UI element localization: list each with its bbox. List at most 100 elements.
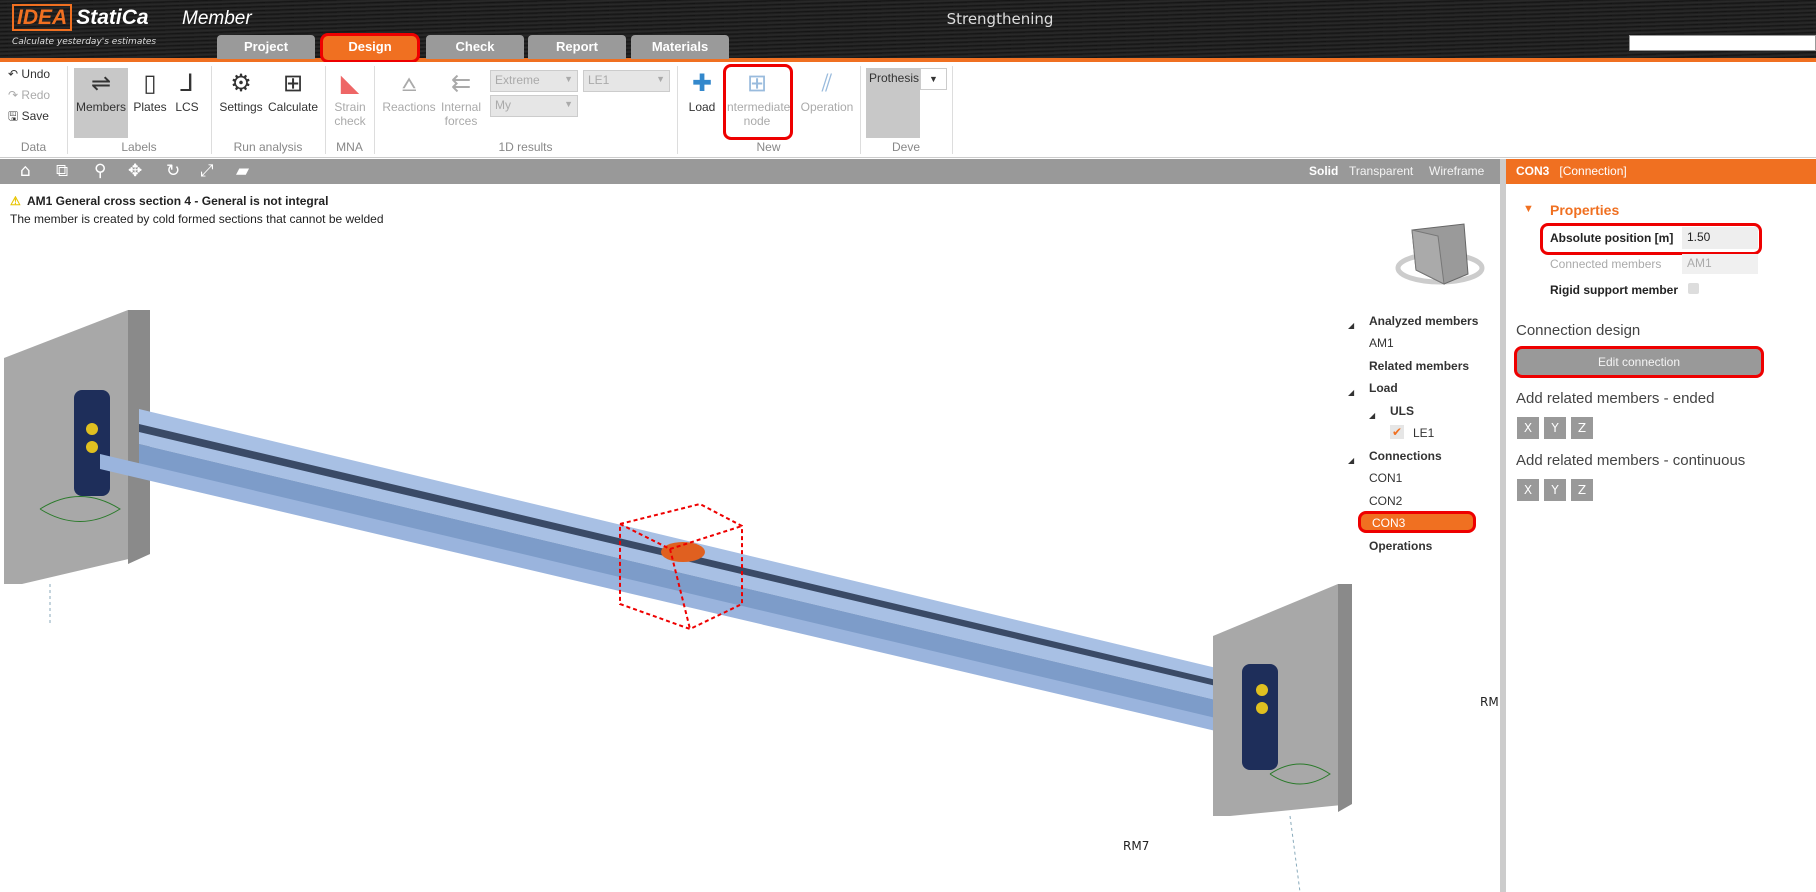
strain-chart-icon: ◣ — [340, 70, 360, 97]
tree-item-am1[interactable]: AM1 — [1369, 336, 1394, 350]
prothesis-selector[interactable]: Prothesis — [866, 68, 920, 138]
tree-analyzed-members[interactable]: Analyzed members — [1369, 314, 1478, 328]
le1-checkbox[interactable]: ✔ — [1390, 425, 1404, 439]
view-mode-wireframe[interactable]: Wireframe — [1429, 159, 1484, 184]
collapse-properties-icon[interactable]: ▼ — [1523, 203, 1534, 215]
view-mode-transparent[interactable]: Transparent — [1349, 159, 1413, 184]
calculate-button[interactable]: ⊞ Calculate — [266, 68, 320, 114]
add-node-icon: ⊞ — [746, 70, 768, 97]
chevron-down-icon: ▼ — [656, 74, 665, 84]
save-icon: 🖫 — [8, 109, 19, 123]
axes-icon: ⅃ — [180, 70, 194, 97]
tree-load[interactable]: Load — [1369, 381, 1398, 395]
absolute-position-label: Absolute position [m] — [1550, 231, 1674, 245]
collapse-icon[interactable]: ◢ — [1348, 388, 1354, 397]
collapse-icon[interactable]: ◢ — [1348, 456, 1354, 465]
tab-materials[interactable]: Materials — [631, 35, 729, 59]
tree-item-con3[interactable]: CON3 — [1358, 511, 1476, 533]
right-end-plate — [1213, 584, 1352, 816]
settings-button[interactable]: ⚙ Settings — [218, 68, 264, 114]
tree-item-con1[interactable]: CON1 — [1369, 471, 1402, 485]
view-cube[interactable] — [1395, 223, 1485, 285]
ribbon: ↶ Undo ↷ Redo 🖫 Save Data ⇌ Members ▯ Plat… — [0, 62, 1816, 158]
tab-check[interactable]: Check — [426, 35, 524, 59]
component-dropdown[interactable]: My ▼ — [490, 95, 578, 117]
zoom-window-icon[interactable]: ⧉ — [56, 159, 68, 184]
tab-project[interactable]: Project — [217, 35, 315, 59]
plates-icon: ▯ — [143, 70, 157, 97]
ended-z-button[interactable]: Z — [1571, 417, 1593, 439]
prothesis-dropdown-button[interactable]: ▼ — [920, 68, 947, 90]
left-end-plate — [4, 310, 150, 584]
continuous-heading: Add related members - continuous — [1516, 452, 1746, 469]
redo-icon: ↷ — [8, 88, 19, 102]
ended-x-button[interactable]: X — [1517, 417, 1539, 439]
reactions-button[interactable]: ⩟ Reactions — [382, 68, 436, 114]
product-name: Member — [182, 8, 252, 29]
collapse-icon[interactable]: ◢ — [1369, 411, 1375, 420]
pan-icon[interactable]: ✥ — [128, 159, 142, 184]
label-rm1: RM1 — [1480, 695, 1500, 709]
solid-view-icon[interactable]: ▰ — [236, 159, 249, 184]
add-operation-icon: ⫽ — [821, 70, 833, 97]
gear-icon: ⚙ — [230, 70, 252, 97]
connection-design-heading: Connection design — [1516, 322, 1641, 339]
3d-scene — [4, 223, 1485, 892]
zoom-extents-icon[interactable]: ⤢ — [200, 159, 214, 184]
load-button[interactable]: ✚ Load — [684, 68, 720, 114]
group-label-new: New — [756, 140, 781, 154]
panel-header: CON3 [Connection] — [1506, 159, 1816, 184]
tree-related-members[interactable]: Related members — [1369, 359, 1469, 373]
lcs-button[interactable]: ⅃ LCS — [172, 68, 202, 114]
absolute-position-input[interactable]: 1.50 — [1682, 227, 1758, 249]
load-effect-dropdown[interactable]: LE1 ▼ — [583, 70, 670, 92]
group-label-1d-results: 1D results — [498, 140, 553, 154]
add-load-icon: ✚ — [691, 70, 713, 97]
project-title: Strengthening — [946, 10, 1054, 28]
tab-design[interactable]: Design — [321, 35, 419, 59]
ended-y-button[interactable]: Y — [1544, 417, 1566, 439]
3d-viewport[interactable]: ⚠ AM1 General cross section 4 - General … — [0, 184, 1500, 892]
view-mode-solid[interactable]: Solid — [1309, 159, 1338, 184]
operation-button[interactable]: ⫽ Operation — [798, 68, 856, 114]
selected-name: CON3 — [1516, 164, 1550, 178]
edit-connection-button[interactable]: Edit connection — [1517, 349, 1761, 375]
chevron-down-icon: ▼ — [929, 74, 938, 84]
continuous-x-button[interactable]: X — [1517, 479, 1539, 501]
beam-am1 — [100, 409, 1233, 732]
save-button[interactable]: 🖫 Save — [8, 106, 50, 127]
redo-button[interactable]: ↷ Redo — [8, 85, 50, 106]
data-group: ↶ Undo ↷ Redo 🖫 Save — [8, 64, 50, 127]
reactions-icon: ⩟ — [401, 70, 417, 97]
continuous-z-button[interactable]: Z — [1571, 479, 1593, 501]
tree-item-le1[interactable]: LE1 — [1413, 426, 1434, 440]
right-connection-plate — [1242, 664, 1278, 770]
home-icon[interactable]: ⌂ — [20, 159, 31, 184]
internal-forces-button[interactable]: ⇇ Internal forces — [438, 68, 484, 128]
properties-heading: Properties — [1550, 202, 1620, 218]
tab-report[interactable]: Report — [528, 35, 626, 59]
undo-button[interactable]: ↶ Undo — [8, 64, 50, 85]
tree-uls[interactable]: ULS — [1390, 404, 1414, 418]
group-label-labels: Labels — [121, 140, 157, 154]
properties-panel: CON3 [Connection] ▼ Properties Absolute … — [1506, 159, 1816, 892]
logo: IDEA StatiCa — [12, 4, 149, 31]
continuous-y-button[interactable]: Y — [1544, 479, 1566, 501]
search-input[interactable] — [1629, 35, 1816, 51]
intermediate-node-button[interactable]: ⊞ Intermediate node — [722, 68, 792, 128]
extremes-dropdown[interactable]: Extreme ▼ — [490, 70, 578, 92]
strain-check-button[interactable]: ◣ Strain check — [330, 68, 370, 128]
tree-connections[interactable]: Connections — [1369, 449, 1442, 463]
rigid-support-checkbox[interactable] — [1688, 283, 1699, 294]
collapse-icon[interactable]: ◢ — [1348, 321, 1354, 330]
slogan: Calculate yesterday's estimates — [12, 37, 157, 47]
rotate-icon[interactable]: ↻ — [166, 159, 180, 184]
members-button[interactable]: ⇌ Members — [74, 68, 128, 138]
group-label-mna: MNA — [336, 140, 363, 154]
tree-item-con2[interactable]: CON2 — [1369, 494, 1402, 508]
selected-type: [Connection] — [1559, 164, 1627, 178]
group-label-run-analysis: Run analysis — [233, 140, 303, 154]
tree-operations[interactable]: Operations — [1369, 539, 1432, 553]
zoom-icon[interactable]: ⚲ — [94, 159, 106, 184]
plates-button[interactable]: ▯ Plates — [132, 68, 168, 114]
